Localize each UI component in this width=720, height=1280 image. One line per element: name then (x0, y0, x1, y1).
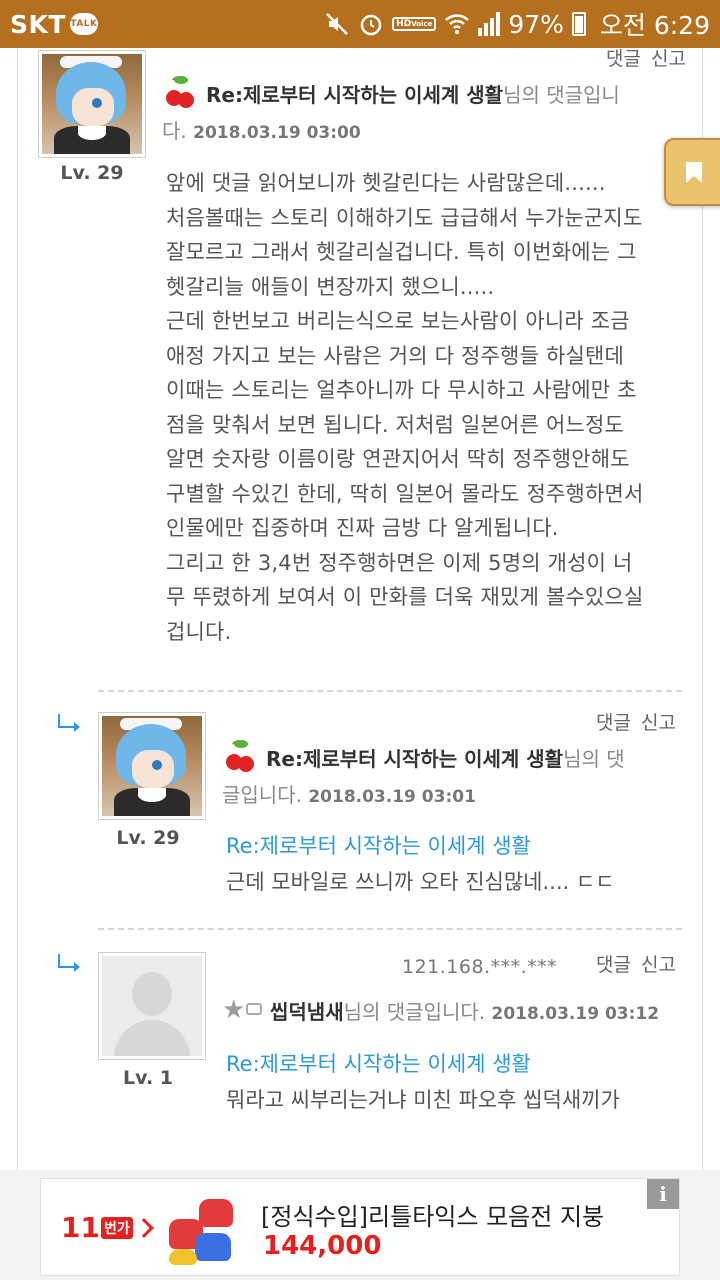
reply-arrow-icon (58, 714, 80, 732)
avatar[interactable] (98, 712, 206, 820)
ad-product-image (165, 1189, 241, 1267)
user-level: Lv. 29 (116, 827, 180, 849)
hd-voice-icon: HD Voice (392, 17, 437, 31)
ip-address: 121.168.***.*** (402, 956, 558, 978)
report-button[interactable]: 신고 (651, 48, 686, 70)
author-name[interactable]: Re:제로부터 시작하는 이세계 생활 (206, 83, 503, 107)
user-level: Lv. 29 (60, 162, 124, 184)
comment-header: Re:제로부터 시작하는 이세계 생활님의 댓 글입니다. 2018.03.19… (222, 740, 682, 815)
report-button[interactable]: 신고 (641, 712, 676, 734)
comment-body: 근데 모바일로 쓰니까 오타 진심많네.... ㄷㄷ (226, 870, 615, 894)
comment-header: ★ 씹덕냄새님의 댓글입니다. 2018.03.19 03:12 (222, 995, 660, 1025)
ad-title: [정식수입]리틀타익스 모음전 지붕 (261, 1203, 605, 1231)
comment-header: Re:제로부터 시작하는 이세계 생활님의 댓글입니 다. 2018.03.19… (162, 76, 682, 151)
avatar-image (102, 716, 202, 816)
avatar[interactable] (38, 50, 146, 158)
reply-target-link[interactable]: Re:제로부터 시작하는 이세계 생활 (226, 830, 531, 860)
divider (98, 690, 682, 692)
divider (98, 928, 682, 930)
medal-icon: ★ (222, 995, 264, 1025)
comment-body: 앞에 댓글 읽어보니까 헷갈린다는 사람많은데...... 처음볼때는 스토리 … (166, 171, 644, 644)
reply-button[interactable]: 댓글 (606, 48, 641, 70)
author-name[interactable]: 씹덕냄새 (270, 1000, 344, 1024)
bookmark-icon (686, 162, 702, 183)
comment-body: 뭐라고 씨부리는거냐 미친 파오후 씹덕새끼가 (226, 1088, 620, 1112)
comment-date: 2018.03.19 03:00 (193, 123, 361, 143)
battery-percent: 97% (508, 9, 564, 39)
avatar-image (42, 54, 142, 154)
wifi-icon (444, 12, 470, 36)
status-bar: SKT TALK HD Voice 97% 오전 6:29 (0, 0, 720, 48)
comment-date: 2018.03.19 03:01 (308, 787, 476, 807)
signal-icon (478, 12, 501, 36)
report-button[interactable]: 신고 (641, 954, 676, 976)
cherry-icon (222, 740, 258, 772)
ad-logo: 11 번가 (61, 1211, 154, 1244)
reply-button[interactable]: 댓글 (596, 954, 631, 976)
ad-price: 144,000 (263, 1231, 382, 1261)
carrier-label: SKT TALK (10, 9, 98, 39)
reply-arrow-icon (58, 954, 80, 972)
ad-banner[interactable]: 11 번가 [정식수입]리틀타익스 모음전 지붕 144,000 i (40, 1178, 680, 1276)
talk-icon: TALK (69, 13, 98, 35)
bookmark-button[interactable] (664, 138, 720, 206)
comment-actions: 댓글 신고 (586, 708, 676, 735)
user-level: Lv. 1 (123, 1067, 173, 1089)
clock: 오전 6:29 (599, 11, 710, 40)
cherry-icon (162, 76, 198, 108)
avatar[interactable] (98, 952, 206, 1060)
ad-info-icon[interactable]: i (647, 1179, 679, 1209)
default-avatar-image (102, 956, 202, 1056)
alarm-icon (358, 11, 384, 37)
comment-actions: 댓글 신고 (586, 950, 676, 977)
mute-icon (324, 11, 350, 37)
reply-target-link[interactable]: Re:제로부터 시작하는 이세계 생활 (226, 1048, 531, 1078)
battery-icon (571, 12, 586, 36)
author-name[interactable]: Re:제로부터 시작하는 이세계 생활 (266, 747, 563, 771)
comment-date: 2018.03.19 03:12 (491, 1004, 660, 1024)
comment-actions: 댓글 신고 (596, 44, 686, 71)
reply-button[interactable]: 댓글 (596, 712, 631, 734)
